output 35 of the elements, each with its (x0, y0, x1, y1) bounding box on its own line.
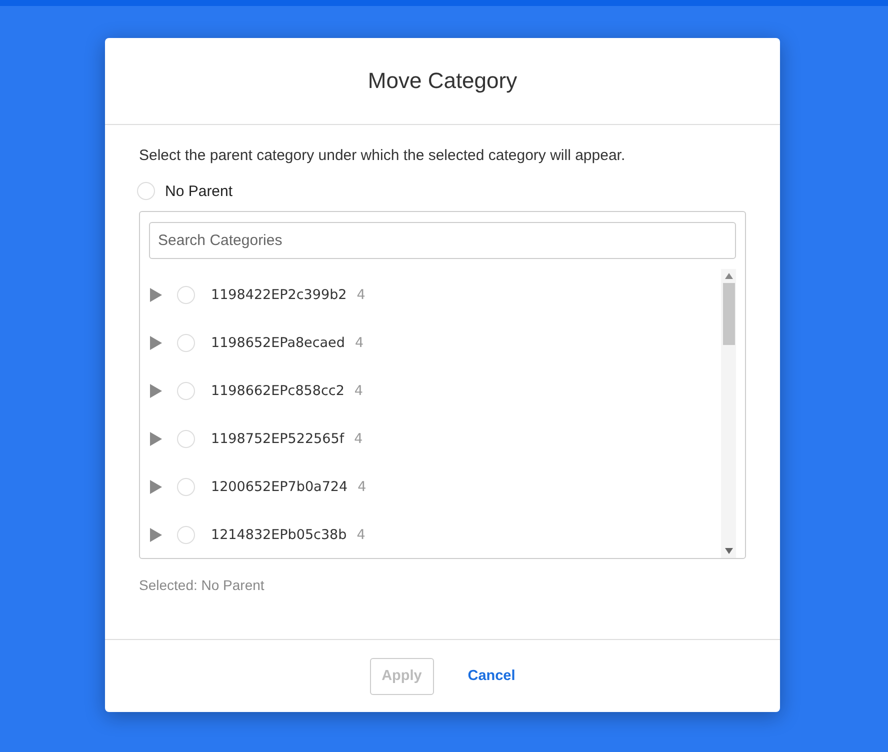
radio-button[interactable] (177, 382, 195, 400)
radio-button[interactable] (177, 334, 195, 352)
radio-button[interactable] (177, 286, 195, 304)
category-count: 4 (358, 479, 366, 495)
cancel-link[interactable]: Cancel (468, 668, 516, 684)
category-count: 4 (354, 431, 363, 447)
radio-button[interactable] (177, 430, 195, 448)
category-name: 1200652EP7b0a724 (211, 479, 348, 495)
category-count: 4 (356, 287, 366, 303)
scrollbar[interactable] (721, 269, 736, 558)
expand-caret-icon[interactable] (149, 527, 163, 543)
radio-button[interactable] (177, 478, 195, 496)
search-field[interactable]: Search Categories (149, 222, 736, 259)
expand-caret-icon[interactable] (149, 287, 163, 303)
category-count: 4 (354, 383, 364, 399)
category-name: 1214832EPb05c38b (211, 527, 347, 543)
category-name: 1198652EPa8ecaed (211, 335, 345, 351)
instruction-text: Select the parent category under which the selected category will appear. (139, 147, 626, 164)
expand-caret-icon[interactable] (149, 479, 163, 495)
dialog-title: Move Category (368, 68, 518, 94)
scroll-up-icon[interactable] (725, 273, 733, 279)
category-name: 1198662EPc858cc2 (211, 383, 344, 399)
expand-caret-icon[interactable] (149, 335, 163, 351)
radio-button[interactable] (177, 526, 195, 544)
category-count: 4 (356, 527, 366, 543)
category-name: 1198422EP2c399b2 (211, 287, 347, 303)
selection-text: Selected: No Parent (139, 577, 266, 593)
radio-label: No Parent (165, 182, 233, 200)
expand-caret-icon[interactable] (149, 431, 163, 447)
category-name: 1198752EP522565f (211, 431, 344, 447)
category-count: 4 (354, 335, 364, 351)
expand-caret-icon[interactable] (149, 383, 163, 399)
scroll-down-icon[interactable] (725, 548, 733, 554)
scrollbar-thumb[interactable] (723, 283, 735, 345)
radio-button[interactable] (137, 182, 155, 200)
